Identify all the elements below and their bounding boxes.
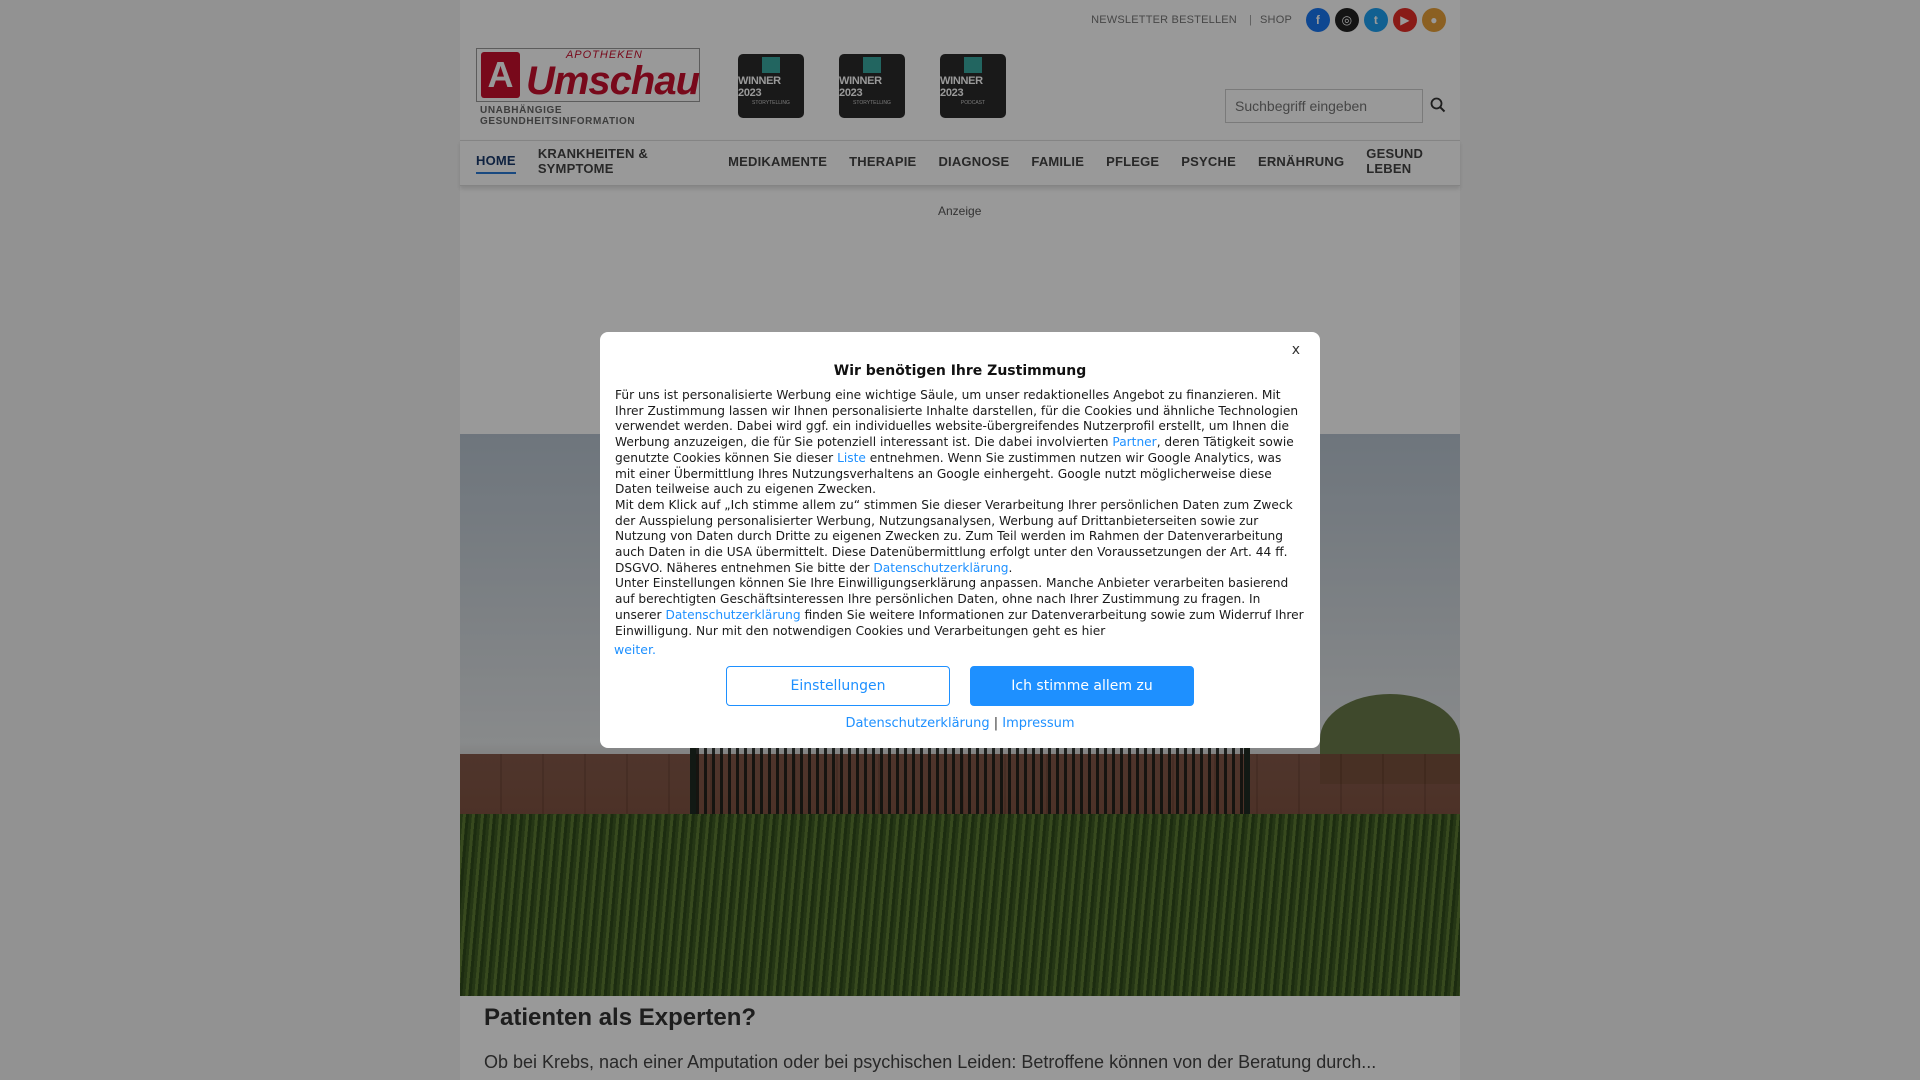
privacy-link[interactable]: Datenschutzerklärung [665, 608, 800, 622]
consent-buttons: Einstellungen Ich stimme allem zu [615, 666, 1305, 707]
list-link[interactable]: Liste [837, 451, 866, 465]
settings-button[interactable]: Einstellungen [726, 666, 950, 707]
close-icon[interactable]: x [1292, 342, 1300, 358]
footer-separator: | [993, 716, 999, 732]
consent-paragraph: Mit dem Klick auf „Ich stimme allem zu“ … [615, 498, 1305, 577]
consent-dialog: x Wir benötigen Ihre Zustimmung Für uns … [600, 332, 1320, 748]
accept-all-button[interactable]: Ich stimme allem zu [970, 666, 1194, 707]
footer-privacy-link[interactable]: Datenschutzerklärung [845, 716, 989, 731]
footer-imprint-link[interactable]: Impressum [1002, 716, 1074, 731]
consent-footer: Datenschutzerklärung | Impressum [615, 716, 1305, 731]
consent-paragraph: Für uns ist personalisierte Werbung eine… [615, 388, 1305, 498]
consent-text: . [1008, 560, 1013, 575]
consent-body: Für uns ist personalisierte Werbung eine… [615, 388, 1305, 639]
consent-paragraph: Unter Einstellungen können Sie Ihre Einw… [615, 576, 1305, 639]
partner-link[interactable]: Partner [1112, 435, 1156, 449]
consent-title: Wir benötigen Ihre Zustimmung [833, 363, 1087, 379]
privacy-link[interactable]: Datenschutzerklärung [873, 561, 1008, 575]
continue-necessary-link[interactable]: weiter. [614, 642, 1305, 657]
